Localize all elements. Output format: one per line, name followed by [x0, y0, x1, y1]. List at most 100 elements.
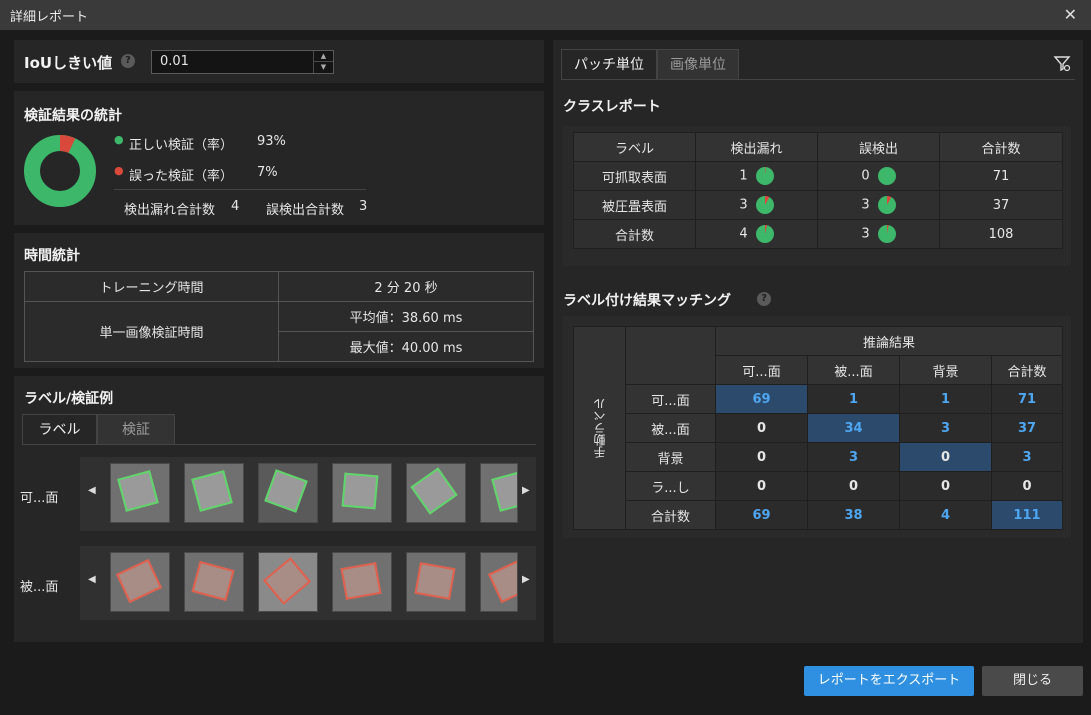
table-row: 可...面 69 1 1 71 — [574, 384, 1063, 414]
export-report-button[interactable]: レポートをエクスポート — [804, 666, 974, 696]
missed-value: 1 — [739, 168, 748, 184]
matrix-cell: 3 — [899, 413, 992, 443]
row2-label: 被...面 — [20, 580, 59, 595]
time-title: 時間統計 — [24, 248, 80, 264]
table-row: 背景 0 3 0 3 — [574, 442, 1063, 472]
matrix-cell: 69 — [715, 384, 808, 414]
stepper-down-icon[interactable]: ▼ — [314, 62, 333, 73]
matrix-cell: 0 — [715, 442, 808, 472]
thumbnail[interactable] — [332, 463, 392, 523]
matrix-cell: 0 — [899, 442, 992, 472]
thumbnail[interactable] — [258, 552, 318, 612]
missed-cell: 1 — [695, 161, 818, 191]
training-value: 2 分 20 秒 — [278, 271, 534, 302]
column-header: 可...面 — [715, 355, 808, 385]
thumbnail-strip-1: ◀ ▶ — [80, 457, 536, 531]
matrix-cell: 38 — [807, 500, 900, 530]
scroll-left-icon[interactable]: ◀ — [88, 485, 96, 496]
stats-divider — [114, 189, 366, 190]
false-pie-icon — [877, 196, 896, 214]
right-panel: パッチ単位 画像単位 クラスレポート ラベル 検出漏れ 誤検出 合計数 可抓取表… — [553, 40, 1083, 643]
thumbnail[interactable] — [406, 463, 466, 523]
matrix-cell: 0 — [899, 471, 992, 501]
thumbnail[interactable] — [184, 552, 244, 612]
inference-header: 推論結果 — [715, 326, 1063, 356]
wrong-dot-icon: ● — [114, 164, 124, 177]
single-label: 単一画像検証時間 — [24, 301, 279, 362]
filter-settings-icon[interactable] — [1053, 54, 1071, 72]
tab-label[interactable]: ラベル — [22, 414, 97, 444]
correct-value: 93% — [257, 134, 286, 149]
matching-box: 手動ラベル 推論結果 可...面 被...面 背景 合計数 可...面 69 1… — [563, 316, 1071, 538]
scroll-right-icon[interactable]: ▶ — [522, 485, 530, 496]
matrix-cell: 1 — [807, 384, 900, 414]
help-icon[interactable]: ? — [121, 54, 135, 68]
close-icon[interactable]: ✕ — [1064, 5, 1077, 24]
total-cell: 71 — [939, 161, 1063, 191]
thumbnail-strip-2: ◀ ▶ — [80, 546, 536, 620]
scroll-right-icon[interactable]: ▶ — [522, 574, 530, 585]
matrix-cell: 0 — [715, 413, 808, 443]
tabs-underline — [22, 444, 536, 445]
close-button[interactable]: 閉じる — [982, 666, 1083, 696]
total-cell: 108 — [939, 219, 1063, 249]
row-label: 合計数 — [625, 500, 716, 530]
thumbnail[interactable] — [332, 552, 392, 612]
column-header: 合計数 — [991, 355, 1063, 385]
false-pie-icon — [877, 225, 896, 243]
thumbnail[interactable] — [480, 552, 518, 612]
row1-label: 可...面 — [20, 491, 59, 506]
matrix-cell: 3 — [807, 442, 900, 472]
false-value: 3 — [861, 226, 870, 242]
row-label: 可抓取表面 — [573, 161, 696, 191]
thumbnail[interactable] — [406, 552, 466, 612]
row-label: 可...面 — [625, 384, 716, 414]
false-total-value: 3 — [359, 199, 368, 214]
class-report-table: ラベル 検出漏れ 誤検出 合計数 可抓取表面 1 0 71 被圧畳表面 3 3 … — [573, 132, 1063, 249]
help-icon[interactable]: ? — [757, 292, 771, 306]
thumbnail[interactable] — [110, 463, 170, 523]
false-cell: 3 — [817, 190, 940, 220]
stats-title: 検証結果の統計 — [24, 108, 122, 124]
tab-verify[interactable]: 検証 — [97, 414, 175, 444]
table-row: 合計数 69 38 4 111 — [574, 500, 1063, 530]
tab-patch[interactable]: パッチ単位 — [561, 49, 657, 79]
column-header: ラベル — [573, 132, 696, 162]
matrix-cell: 0 — [715, 471, 808, 501]
matrix-cell: 1 — [899, 384, 992, 414]
donut-correct — [24, 135, 96, 207]
matching-title: ラベル付け結果マッチング — [563, 293, 731, 309]
matrix-cell: 37 — [991, 413, 1063, 443]
false-cell: 3 — [817, 219, 940, 249]
scroll-left-icon[interactable]: ◀ — [88, 574, 96, 585]
false-pie-icon — [877, 167, 896, 185]
stepper-up-icon[interactable]: ▲ — [314, 51, 333, 62]
false-value: 3 — [861, 197, 870, 213]
matrix-cell: 0 — [991, 471, 1063, 501]
total-cell: 37 — [939, 190, 1063, 220]
examples-panel: ラベル/検証例 ラベル 検証 可...面 ◀ ▶ 被...面 ◀ ▶ — [14, 376, 544, 642]
stats-panel: 検証結果の統計 ● 正しい検証（率） 93% ● 誤った検証（率） 7% 検出漏… — [14, 91, 544, 225]
column-header: 合計数 — [939, 132, 1063, 162]
row-label: ラ...し — [625, 471, 716, 501]
result-donut-chart — [24, 135, 96, 207]
time-table: トレーニング時間 2 分 20 秒 単一画像検証時間 平均値：38.60 ms … — [24, 271, 534, 362]
missed-total-value: 4 — [231, 199, 240, 214]
tab-image[interactable]: 画像単位 — [657, 49, 739, 79]
max-value: 最大値：40.00 ms — [278, 331, 534, 362]
thumbnail[interactable] — [480, 463, 518, 523]
iou-stepper[interactable]: ▲ ▼ — [313, 51, 333, 73]
corner-cell — [625, 326, 716, 385]
time-panel: 時間統計 トレーニング時間 2 分 20 秒 単一画像検証時間 平均値：38.6… — [14, 233, 544, 368]
false-total-label: 誤検出合計数 — [266, 203, 345, 218]
iou-value: 0.01 — [160, 54, 189, 69]
correct-dot-icon: ● — [114, 133, 124, 146]
examples-tabs: ラベル 検証 — [22, 414, 175, 444]
iou-threshold-input[interactable]: 0.01 ▲ ▼ — [151, 50, 334, 74]
thumbnail[interactable] — [110, 552, 170, 612]
manual-header-cell: 手動ラベル — [573, 326, 626, 530]
thumbnail[interactable] — [258, 463, 318, 523]
matrix-cell: 34 — [807, 413, 900, 443]
thumbnail[interactable] — [184, 463, 244, 523]
row-label: 被圧畳表面 — [573, 190, 696, 220]
